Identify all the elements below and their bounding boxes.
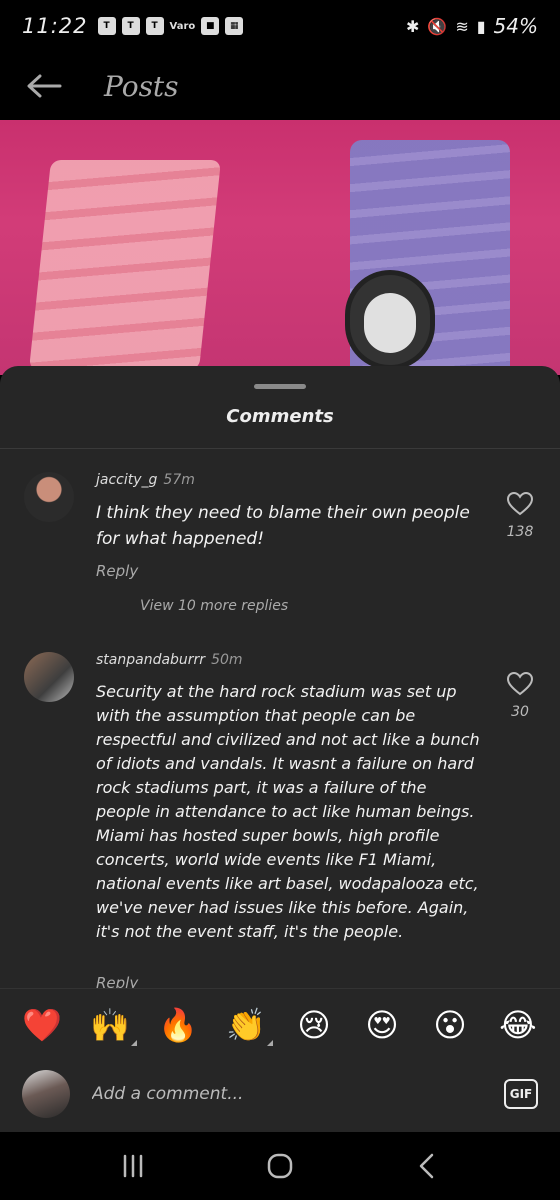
comment-header: jaccity_g 57m bbox=[96, 472, 195, 488]
sheet-title: Comments bbox=[226, 406, 334, 427]
red-heart-emoji[interactable]: ❤️ bbox=[19, 1002, 65, 1048]
post-video-preview[interactable] bbox=[0, 120, 560, 375]
comment-header: stanpandaburrr 50m bbox=[96, 652, 243, 668]
battery-level: 54% bbox=[493, 14, 538, 38]
video-frame-badge bbox=[345, 270, 435, 370]
emoji-glyph: 👏 bbox=[226, 1005, 266, 1044]
wifi-icon: ≋ bbox=[455, 16, 469, 36]
like-button[interactable]: 138 bbox=[506, 491, 534, 540]
status-time: 11:22 bbox=[22, 14, 88, 38]
chevron-left-icon bbox=[419, 1153, 433, 1179]
crying-face-emoji[interactable]: 😢 bbox=[291, 1002, 337, 1048]
my-avatar bbox=[22, 1070, 70, 1118]
reply-button[interactable]: Reply bbox=[96, 562, 138, 580]
back-button[interactable] bbox=[24, 66, 64, 106]
comment-text: I think they need to blame their own peo… bbox=[96, 503, 470, 549]
gallery-icon: ▦ bbox=[225, 17, 244, 35]
mute-icon: 🔇 bbox=[427, 16, 448, 36]
system-nav-bar bbox=[0, 1132, 560, 1200]
like-count: 138 bbox=[506, 524, 534, 540]
comment-input-row: GIF bbox=[0, 1056, 560, 1132]
comment-username[interactable]: jaccity_g bbox=[96, 472, 157, 488]
emoji-reaction-bar: ❤️ 🙌 🔥 👏 😢 😍 😮 😂 bbox=[0, 988, 560, 1060]
teams-icon: T bbox=[97, 17, 116, 35]
notification-icons: T T T Varo ■ ▦ bbox=[97, 17, 244, 35]
gif-button[interactable]: GIF bbox=[504, 1079, 538, 1109]
comment-item: stanpandaburrr 50m Security at the hard r… bbox=[24, 652, 544, 992]
recent-apps-button[interactable] bbox=[108, 1141, 158, 1191]
arrow-left-icon bbox=[27, 74, 62, 98]
laughing-tears-emoji[interactable]: 😂 bbox=[495, 1002, 541, 1048]
bluetooth-icon: ✱ bbox=[406, 16, 420, 36]
drag-handle[interactable] bbox=[254, 384, 306, 389]
heart-eyes-emoji[interactable]: 😍 bbox=[359, 1002, 405, 1048]
recents-icon bbox=[124, 1154, 143, 1178]
skin-tone-indicator bbox=[131, 1039, 137, 1046]
comment-time: 57m bbox=[163, 472, 195, 488]
back-nav-button[interactable] bbox=[402, 1141, 452, 1191]
signal-icon: ▮ bbox=[476, 16, 486, 36]
emoji-glyph: 🙌 bbox=[90, 1005, 130, 1044]
view-more-replies[interactable]: View 10 more replies bbox=[140, 598, 288, 614]
divider bbox=[0, 448, 560, 449]
like-count: 30 bbox=[511, 704, 529, 720]
avatar[interactable] bbox=[24, 472, 74, 522]
video-frame-detail bbox=[28, 160, 222, 370]
comment-username[interactable]: stanpandaburrr bbox=[96, 652, 205, 668]
skin-tone-indicator bbox=[267, 1039, 273, 1046]
comment-text: Security at the hard rock stadium was se… bbox=[96, 682, 480, 941]
status-right: ✱ 🔇 ≋ ▮ 54% bbox=[406, 14, 538, 38]
comment-input[interactable] bbox=[92, 1084, 504, 1104]
home-icon bbox=[267, 1153, 293, 1179]
status-bar: 11:22 T T T Varo ■ ▦ ✱ 🔇 ≋ ▮ 54% bbox=[0, 0, 560, 52]
heart-icon bbox=[506, 671, 534, 696]
teams-icon: T bbox=[145, 17, 164, 35]
varo-notification-label: Varo bbox=[169, 20, 196, 32]
home-button[interactable] bbox=[255, 1141, 305, 1191]
teams-icon: T bbox=[121, 17, 140, 35]
raising-hands-emoji[interactable]: 🙌 bbox=[87, 1002, 137, 1048]
fire-emoji[interactable]: 🔥 bbox=[155, 1002, 201, 1048]
surprised-face-emoji[interactable]: 😮 bbox=[427, 1002, 473, 1048]
page-title: Posts bbox=[104, 69, 179, 103]
avatar[interactable] bbox=[24, 652, 74, 702]
heart-icon bbox=[506, 491, 534, 516]
app-bar: Posts bbox=[0, 52, 560, 120]
app-notification-icon: ■ bbox=[201, 17, 220, 35]
like-button[interactable]: 30 bbox=[506, 671, 534, 720]
comment-time: 50m bbox=[211, 652, 243, 668]
clapping-hands-emoji[interactable]: 👏 bbox=[223, 1002, 273, 1048]
